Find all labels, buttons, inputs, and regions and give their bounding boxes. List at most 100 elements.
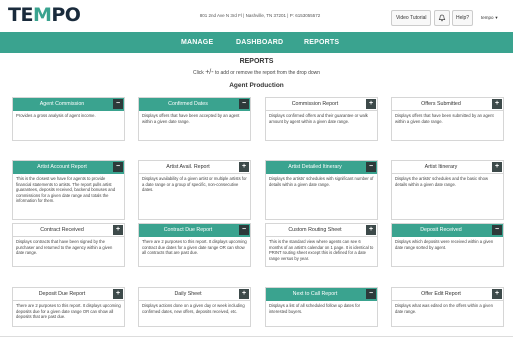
section-title-agent-production: Agent Production [229,82,284,89]
report-card: Deposit Due Report + There are 2 purposes … [12,287,125,327]
user-name: tempo [481,15,494,20]
report-card-title: Offer Edit Report [421,291,461,297]
report-card-header[interactable]: Confirmed Dates − [139,98,250,111]
report-card-header[interactable]: Offer Edit Report + [392,288,503,301]
report-card-description: Displays actions done on a given day or … [142,303,245,314]
report-card-header[interactable]: Artist Itinerary + [392,161,503,174]
remove-report-button[interactable]: − [492,225,502,235]
video-tutorial-button[interactable]: Video Tutorial [391,10,432,26]
report-card: Artist Account Report − This is the closes… [12,160,125,220]
report-card-header[interactable]: Custom Routing Sheet + [266,224,377,237]
report-card-header[interactable]: Contract Received + [13,224,124,237]
nav-dashboard[interactable]: DASHBOARD [236,32,283,53]
report-card-header[interactable]: Deposit Received − [392,224,503,237]
report-card-header[interactable]: Agent Commission − [13,98,124,111]
report-card-header[interactable]: Offers Submitted + [392,98,503,111]
nav-manage[interactable]: MANAGE [181,32,213,53]
report-card-title: Deposit Received [420,227,462,233]
report-card-description: There are 2 purposes to this report. It … [16,303,121,320]
add-report-button[interactable]: + [492,99,502,109]
report-card: Deposit Received − Displays which deposits… [391,223,504,267]
logo-text-accent: M [32,4,52,26]
help-button[interactable]: Help? [452,10,474,26]
user-menu[interactable]: tempo▼ [481,15,498,20]
report-card-title: Commission Report [291,101,339,107]
add-report-button[interactable]: + [113,289,123,299]
remove-report-button[interactable]: − [366,162,376,172]
report-card: Artist Detailed Itinerary − Displays the a… [265,160,378,220]
bell-icon [438,14,446,22]
report-card-title: Artist Avail. Report [166,164,210,170]
add-report-button[interactable]: + [492,289,502,299]
footer-divider [0,336,513,337]
report-card-description: Displays confirmed offers and their guar… [269,113,368,124]
report-card: Artist Avail. Report + Displays availabili… [138,160,251,220]
logo-text-main: TE [8,4,33,26]
add-report-button[interactable]: + [366,225,376,235]
report-card-description: There are 2 purposes to this report. It … [142,239,247,256]
top-bar: TEMPO 801 2nd Ave N 3rd Fl | Nashville, … [0,0,513,32]
add-report-button[interactable]: + [239,162,249,172]
remove-report-button[interactable]: − [113,162,123,172]
report-card-description: This is the closest we have for agents t… [16,176,116,204]
report-card: Commission Report + Displays confirmed off… [265,97,378,141]
report-card-header[interactable]: Deposit Due Report + [13,288,124,301]
report-card-description: Displays availability of a given artist … [142,176,247,193]
report-card-title: Artist Account Report [37,164,87,170]
report-card-description: Displays contracts that have been signed… [16,239,113,256]
report-card-header[interactable]: Daily Sheet + [139,288,250,301]
add-report-button[interactable]: + [113,225,123,235]
add-report-button[interactable]: + [239,289,249,299]
tempo-logo[interactable]: TEMPO [8,4,81,26]
logo-text-tail: PO [51,4,81,26]
report-card-title: Deposit Due Report [38,291,86,297]
remove-report-button[interactable]: − [113,99,123,109]
remove-report-button[interactable]: − [239,99,249,109]
report-card-description: Displays a list of all scheduled follow … [269,303,361,314]
chevron-down-icon: ▼ [494,15,499,20]
subtitle-pre: Click [192,70,204,76]
report-card-description: Displays offers that have been accepted … [142,113,240,124]
report-card: Contract Due Report − There are 2 purposes… [138,223,251,267]
report-card: Offers Submitted + Displays offers that ha… [391,97,504,141]
report-card-description: This is the standard view where agents c… [269,239,374,261]
report-card-header[interactable]: Artist Detailed Itinerary − [266,161,377,174]
report-card-title: Contract Received [40,227,84,233]
report-card-description: Displays offers that have been submitted… [395,113,494,124]
report-card-title: Agent Commission [39,101,85,107]
report-card: Agent Commission − Provides a gross analys… [12,97,125,141]
report-card-header[interactable]: Artist Avail. Report + [139,161,250,174]
report-card-title: Next to Call Report [292,291,338,297]
report-card-description: Displays what was edited on the offers w… [395,303,493,314]
page-subtitle: Click +/- to add or remove the report fr… [0,69,513,76]
main-nav: MANAGE DASHBOARD REPORTS [0,32,513,53]
report-card: Contract Received + Displays contracts tha… [12,223,125,267]
remove-report-button[interactable]: − [239,225,249,235]
report-card: Next to Call Report − Displays a list of a… [265,287,378,327]
report-card-description: Displays the artists' schedules with sig… [269,176,374,187]
notifications-button[interactable] [434,10,450,26]
report-card-title: Artist Detailed Itinerary [288,164,342,170]
remove-report-button[interactable]: − [366,289,376,299]
report-card-description: Displays which deposits were received wi… [395,239,494,250]
report-card-title: Custom Routing Sheet [288,227,342,233]
report-card-header[interactable]: Artist Account Report − [13,161,124,174]
report-card-title: Confirmed Dates [168,101,208,107]
report-card: Artist Itinerary + Displays the artists' s… [391,160,504,220]
add-report-button[interactable]: + [366,99,376,109]
report-card-title: Contract Due Report [163,227,213,233]
agency-address: 801 2nd Ave N 3rd Fl | Nashville, TN 372… [199,13,321,18]
subtitle-symbol: +/- [205,69,214,76]
report-card-description: Provides a gross analysis of agent incom… [16,113,96,118]
report-card-header[interactable]: Contract Due Report − [139,224,250,237]
report-card-title: Offers Submitted [421,101,461,107]
report-card-title: Daily Sheet [174,291,202,297]
add-report-button[interactable]: + [492,162,502,172]
report-card: Offer Edit Report + Displays what was edit… [391,287,504,327]
page-title: REPORTS [239,58,274,65]
report-card: Confirmed Dates − Displays offers that hav… [138,97,251,141]
report-card: Custom Routing Sheet + This is the standar… [265,223,378,267]
report-card-header[interactable]: Commission Report + [266,98,377,111]
report-card-header[interactable]: Next to Call Report − [266,288,377,301]
nav-reports[interactable]: REPORTS [304,32,339,53]
